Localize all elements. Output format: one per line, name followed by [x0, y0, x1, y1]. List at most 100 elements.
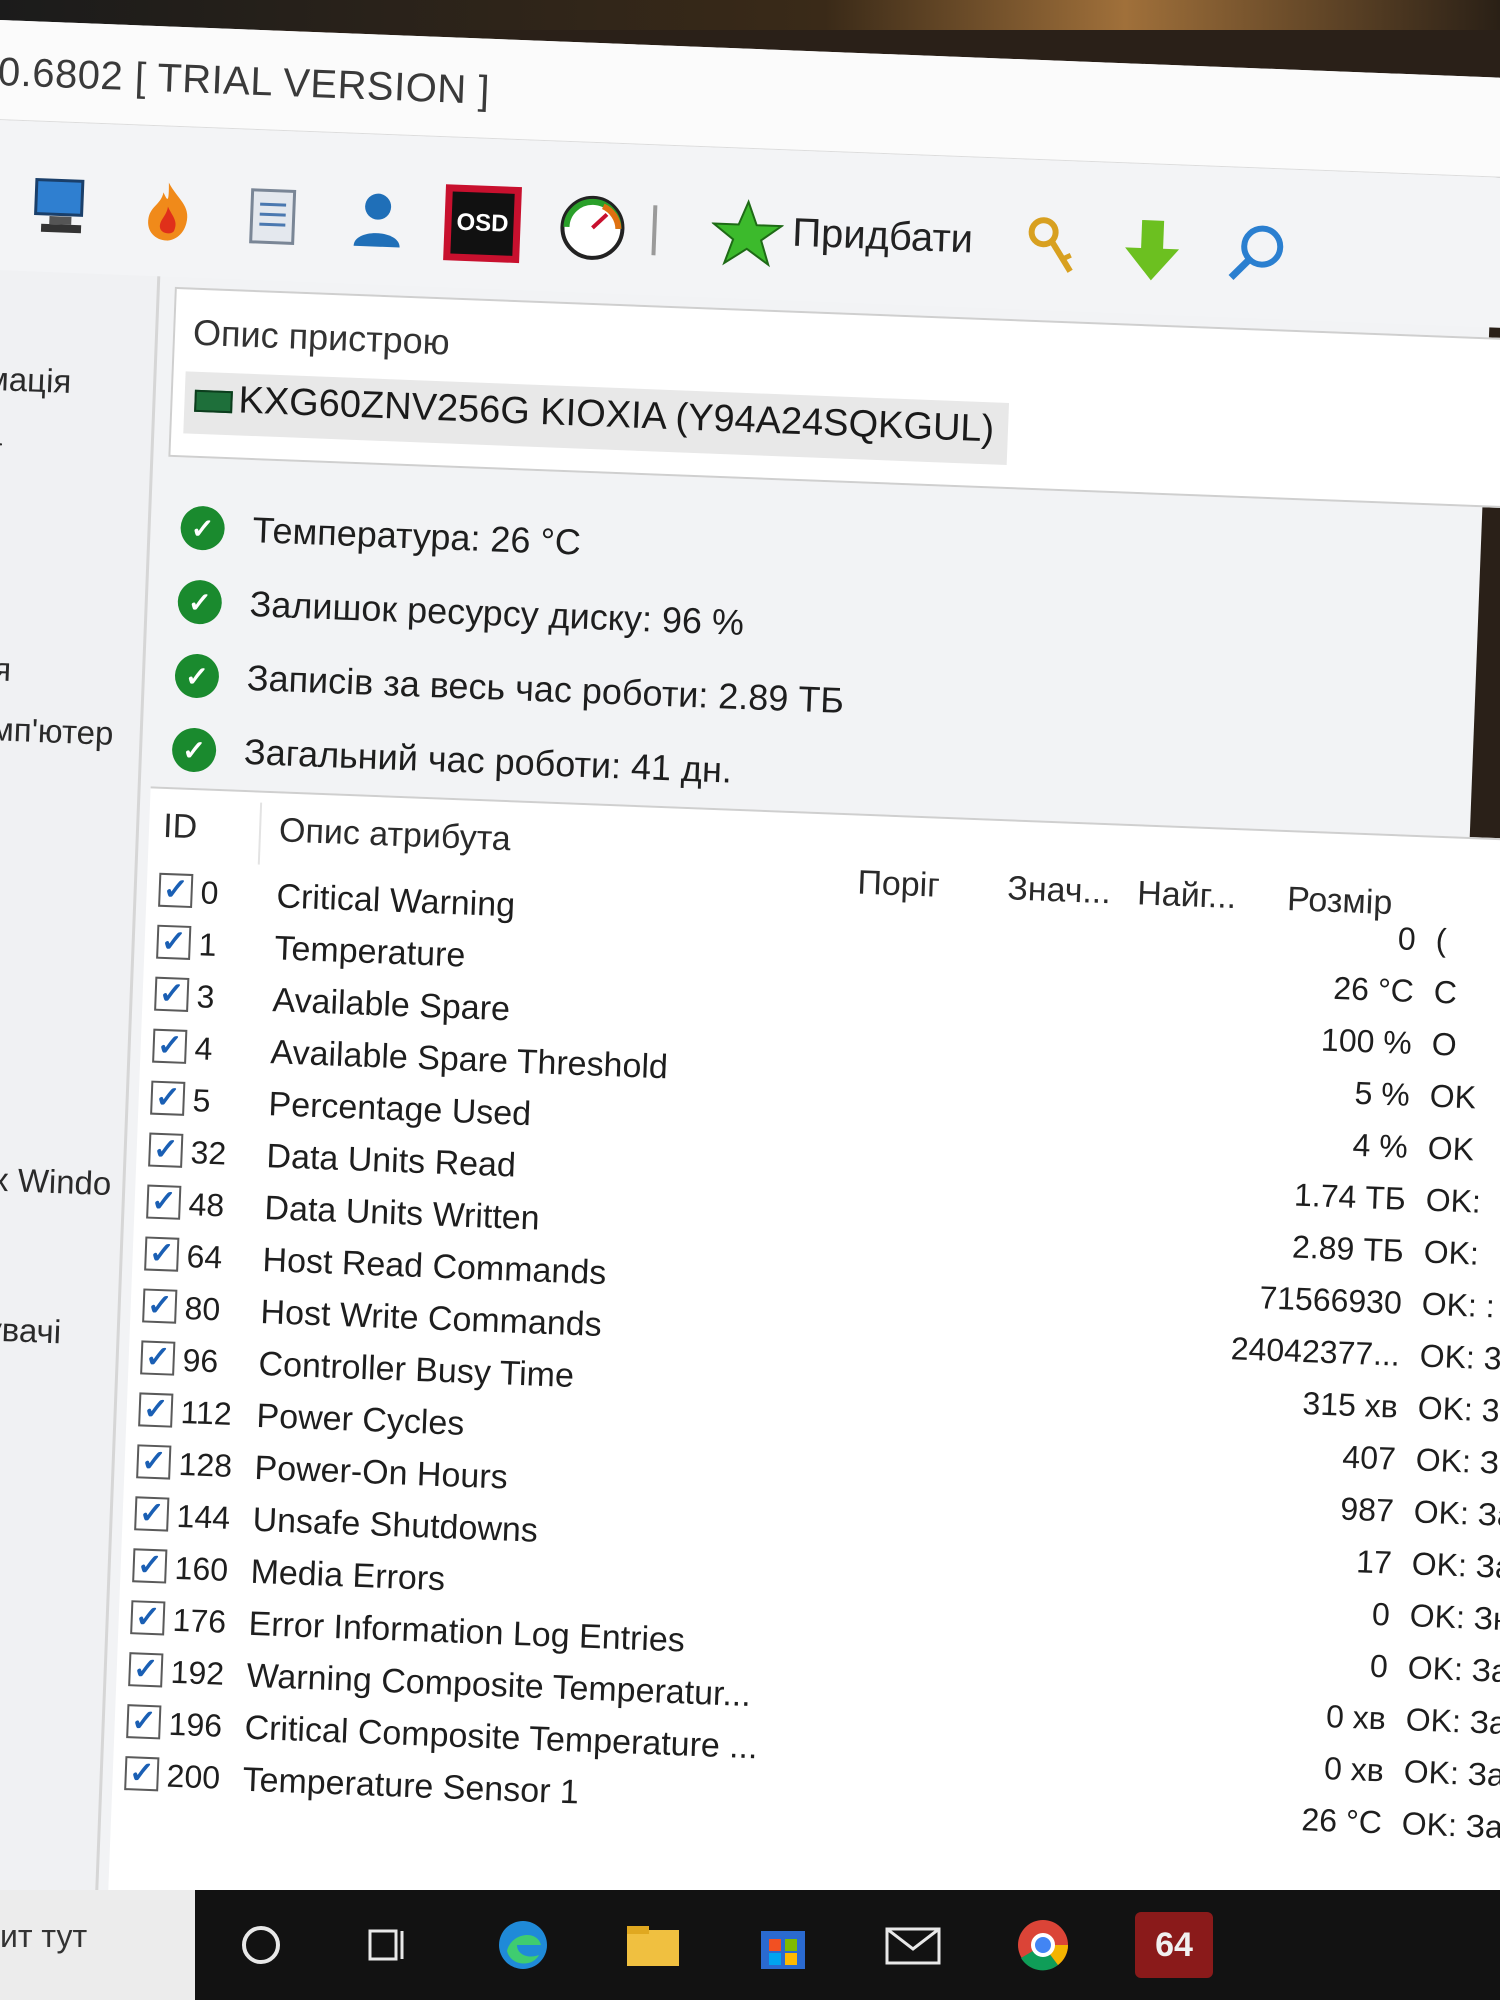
attribute-id: 192	[170, 1653, 225, 1692]
attribute-size: 24042377...	[1230, 1330, 1401, 1373]
attribute-id: 80	[184, 1290, 221, 1328]
status-temperature: ✓ Температура: 26 °C	[179, 497, 582, 572]
taskbar: ит тут 64	[0, 1890, 1500, 2000]
sidebar-item[interactable]: них Windo	[0, 1159, 112, 1203]
attribute-name: Power-On Hours	[253, 1448, 509, 1497]
attribute-status: OK	[1429, 1077, 1477, 1116]
attribute-size: 0	[1371, 1595, 1391, 1633]
mail-icon[interactable]	[880, 1912, 946, 1978]
row-checkbox[interactable]: ✓	[136, 1444, 172, 1480]
row-checkbox[interactable]: ✓	[140, 1340, 176, 1376]
attribute-status: OK: За	[1415, 1441, 1500, 1482]
search-icon[interactable]	[1215, 212, 1298, 295]
attribute-id: 5	[191, 1082, 212, 1119]
column-header-id[interactable]: ID	[162, 807, 197, 847]
row-checkbox[interactable]: ✓	[142, 1288, 178, 1324]
store-icon[interactable]	[750, 1912, 816, 1978]
row-checkbox[interactable]: ✓	[128, 1652, 164, 1688]
attribute-name: Data Units Read	[265, 1137, 517, 1185]
column-header-description[interactable]: Опис атрибута	[278, 811, 511, 859]
aida64-icon[interactable]: 64	[1135, 1912, 1213, 1978]
attribute-status: OK: Завж	[1407, 1649, 1500, 1691]
device-name: KXG60ZNV256G KIOXIA (Y94A24SQKGUL)	[237, 379, 995, 451]
attribute-status: OK: :	[1421, 1285, 1496, 1325]
aida64-badge: 64	[1155, 1925, 1193, 1964]
attribute-id: 4	[193, 1030, 214, 1067]
row-checkbox[interactable]: ✓	[146, 1184, 182, 1220]
smart-attributes-table: ID Опис атрибута Поріг Знач... Найг... Р…	[108, 786, 1500, 1950]
attribute-size: 407	[1341, 1438, 1397, 1477]
osd-icon[interactable]: OSD	[441, 182, 524, 265]
row-checkbox[interactable]: ✓	[150, 1080, 186, 1116]
attribute-size: 987	[1339, 1490, 1395, 1529]
device-name-field[interactable]: KXG60ZNV256G KIOXIA (Y94A24SQKGUL)	[183, 371, 1010, 465]
sidebar-item[interactable]: омп'ютер	[0, 709, 114, 752]
row-checkbox[interactable]: ✓	[130, 1600, 166, 1636]
computer-icon[interactable]	[21, 166, 104, 249]
taskbar-search-text: ит тут	[0, 1918, 88, 1954]
attribute-name: Critical Warning	[275, 877, 516, 925]
fire-icon[interactable]	[126, 170, 209, 253]
attribute-status: OK: Завж	[1403, 1753, 1500, 1795]
gauge-icon[interactable]	[551, 186, 634, 269]
status-summary: ✓ Температура: 26 °C ✓ Залишок ресурсу д…	[171, 497, 1481, 791]
row-checkbox[interactable]: ✓	[132, 1548, 168, 1584]
row-checkbox[interactable]: ✓	[154, 976, 190, 1012]
attribute-status: OK: 3	[1419, 1337, 1500, 1377]
sidebar-item[interactable]: ичувачі	[0, 1309, 62, 1351]
clipboard-checklist-icon[interactable]	[231, 174, 314, 257]
attribute-id: 128	[178, 1445, 233, 1484]
attribute-size: 1.74 ТБ	[1293, 1176, 1407, 1217]
attribute-name: Power Cycles	[255, 1396, 466, 1443]
status-power-on-time: ✓ Загальний час роботи: 41 дн.	[171, 719, 733, 800]
buy-button[interactable]: Придбати	[792, 211, 974, 263]
row-checkbox[interactable]: ✓	[156, 924, 192, 960]
attribute-status: OK: Зав	[1413, 1493, 1500, 1534]
key-icon[interactable]	[1011, 204, 1094, 287]
check-circle-icon: ✓	[179, 505, 226, 551]
sidebar-item[interactable]: а	[0, 415, 3, 454]
row-checkbox[interactable]: ✓	[134, 1496, 170, 1532]
user-icon[interactable]	[336, 178, 419, 261]
attribute-id: 176	[172, 1601, 227, 1640]
attribute-id: 48	[187, 1186, 225, 1224]
sidebar-item[interactable]: ня	[0, 650, 12, 689]
download-arrow-icon[interactable]	[1111, 208, 1194, 291]
attribute-id: 32	[189, 1134, 227, 1172]
task-view-icon[interactable]	[355, 1912, 421, 1978]
row-checkbox[interactable]: ✓	[148, 1132, 184, 1168]
window-title: 0.6802 [ TRIAL VERSION ]	[0, 49, 491, 113]
cortana-circle-icon[interactable]	[228, 1912, 294, 1978]
file-explorer-icon[interactable]	[620, 1912, 686, 1978]
status-text: Загальний час роботи: 41 дн.	[243, 730, 733, 791]
attribute-size: 0 хв	[1323, 1750, 1385, 1789]
status-text: Записів за весь час роботи: 2.89 ТБ	[246, 656, 845, 721]
attribute-id: 3	[195, 978, 216, 1015]
row-checkbox[interactable]: ✓	[144, 1236, 180, 1272]
row-checkbox[interactable]: ✓	[138, 1392, 174, 1428]
row-checkbox[interactable]: ✓	[126, 1704, 162, 1740]
attribute-size: 2.89 ТБ	[1291, 1228, 1405, 1269]
attribute-status: OK	[1427, 1129, 1475, 1168]
sidebar-item[interactable]: мація	[0, 360, 72, 401]
taskbar-search[interactable]: ит тут	[0, 1890, 195, 2000]
edge-icon[interactable]	[490, 1912, 556, 1978]
device-section-title: Опис пристрою	[192, 311, 451, 363]
check-circle-icon: ✓	[174, 653, 220, 699]
attribute-id: 112	[180, 1393, 233, 1432]
attribute-status: OK: Зав	[1411, 1545, 1500, 1586]
attribute-status: (	[1435, 921, 1448, 959]
attribute-name: Temperature	[273, 929, 467, 975]
row-checkbox[interactable]: ✓	[152, 1028, 188, 1064]
attribute-name: Percentage Used	[267, 1085, 532, 1134]
row-checkbox[interactable]: ✓	[158, 872, 194, 909]
star-icon[interactable]	[706, 192, 789, 275]
status-remaining-life: ✓ Залишок ресурсу диску: 96 %	[176, 571, 745, 653]
attribute-status: OK: Завжд	[1401, 1805, 1500, 1847]
attribute-size: 5 %	[1353, 1074, 1411, 1113]
attribute-name: Data Units Written	[263, 1189, 541, 1238]
row-checkbox[interactable]: ✓	[124, 1756, 160, 1792]
chrome-icon[interactable]	[1010, 1912, 1076, 1978]
attribute-size: 4 %	[1351, 1126, 1409, 1165]
attribute-size: 100 %	[1320, 1021, 1413, 1061]
